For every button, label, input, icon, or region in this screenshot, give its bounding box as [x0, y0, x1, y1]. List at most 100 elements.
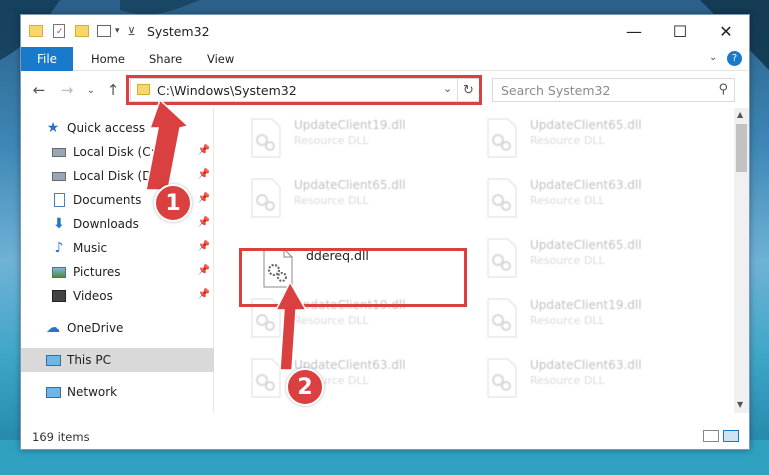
sidebar-item-local-disk-d[interactable]: Local Disk (D:) 📌: [21, 164, 214, 188]
step-badge-1: 1: [154, 184, 192, 222]
sidebar-item-label: Music: [73, 241, 108, 255]
recent-locations-button[interactable]: ⌄: [81, 80, 101, 100]
properties-icon[interactable]: ✓: [53, 24, 65, 38]
cloud-icon: ☁: [46, 320, 60, 336]
dll-file-icon: [486, 358, 518, 398]
sidebar-item-network[interactable]: Network: [21, 380, 214, 404]
tab-home[interactable]: Home: [91, 47, 125, 71]
pin-icon[interactable]: 📌: [198, 169, 210, 180]
file-type: Resource DLL: [294, 314, 369, 327]
chevron-down-icon[interactable]: ⌄: [709, 52, 717, 63]
file-type: Resource DLL: [294, 194, 369, 207]
file-type: Resource DLL: [294, 134, 369, 147]
sidebar-item-videos[interactable]: Videos 📌: [21, 284, 214, 308]
new-folder-icon[interactable]: [75, 25, 89, 37]
sidebar-item-local-disk-c[interactable]: Local Disk (C:) 📌: [21, 140, 214, 164]
dll-file-icon: [250, 178, 282, 218]
large-icons-view-icon[interactable]: [723, 430, 739, 442]
title-bar: ✓ ▾ ⊻ System32 — ☐ ✕: [21, 15, 749, 47]
minimize-button[interactable]: —: [611, 15, 657, 47]
maximize-button[interactable]: ☐: [657, 15, 703, 47]
sidebar-item-this-pc[interactable]: This PC: [21, 348, 214, 372]
file-item[interactable]: UpdateClient63.dll Resource DLL: [242, 352, 462, 410]
file-item[interactable]: UpdateClient65.dll Resource DLL: [478, 232, 698, 290]
documents-icon: [51, 192, 67, 208]
drive-icon: [51, 168, 67, 184]
help-icon[interactable]: ?: [727, 51, 742, 66]
vertical-scrollbar[interactable]: ▲ ▼: [734, 108, 749, 413]
file-item[interactable]: UpdateClient63.dll Resource DLL: [478, 352, 698, 410]
address-highlight: [126, 75, 482, 105]
pin-icon[interactable]: 📌: [198, 217, 210, 228]
sidebar-item-label: This PC: [67, 353, 111, 367]
sidebar-item-label: Documents: [73, 193, 142, 207]
sidebar-item-quick-access[interactable]: ★ Quick access: [21, 116, 214, 140]
sidebar-item-onedrive[interactable]: ☁ OneDrive: [21, 316, 214, 340]
pin-icon[interactable]: 📌: [198, 193, 210, 204]
sidebar-item-label: Quick access: [67, 121, 146, 135]
tab-view[interactable]: View: [207, 47, 234, 71]
back-button[interactable]: ←: [29, 80, 49, 100]
sidebar-item-label: OneDrive: [67, 321, 124, 335]
file-item[interactable]: UpdateClient63.dll Resource DLL: [478, 172, 698, 230]
dll-file-icon: [486, 178, 518, 218]
up-button[interactable]: ↑: [103, 80, 123, 100]
file-name: UpdateClient63.dll: [530, 178, 642, 192]
item-count: 169 items: [32, 430, 90, 444]
quick-access-toolbar: ✓ ▾ ⊻: [29, 21, 136, 41]
dll-file-icon: [250, 118, 282, 158]
dll-file-icon: [486, 298, 518, 338]
search-input[interactable]: Search System32 ⚲: [492, 78, 735, 102]
file-name: UpdateClient63.dll: [530, 358, 642, 372]
folder-icon[interactable]: [29, 25, 43, 37]
sidebar-item-label: Pictures: [73, 265, 121, 279]
file-name: UpdateClient65.dll: [530, 238, 642, 252]
sidebar-item-pictures[interactable]: Pictures 📌: [21, 260, 214, 284]
step-badge-2: 2: [286, 368, 324, 406]
scroll-down-icon[interactable]: ▼: [737, 400, 743, 409]
scroll-up-icon[interactable]: ▲: [737, 110, 743, 119]
pin-icon[interactable]: 📌: [198, 145, 210, 156]
search-placeholder: Search System32: [501, 83, 611, 98]
close-button[interactable]: ✕: [703, 15, 749, 47]
file-type: Resource DLL: [530, 134, 605, 147]
file-type: Resource DLL: [530, 374, 605, 387]
dll-file-icon: [250, 358, 282, 398]
pin-icon[interactable]: 📌: [198, 289, 210, 300]
forward-button[interactable]: →: [57, 80, 77, 100]
file-name: UpdateClient19.dll: [294, 118, 406, 132]
file-type: Resource DLL: [530, 314, 605, 327]
customize-toolbar-icon[interactable]: ⊻: [128, 25, 136, 38]
dll-file-icon: [486, 238, 518, 278]
downloads-icon: ⬇: [53, 216, 65, 232]
file-name: UpdateClient65.dll: [530, 118, 642, 132]
search-icon[interactable]: ⚲: [718, 82, 728, 97]
network-icon: [45, 384, 61, 400]
star-icon: ★: [46, 120, 60, 136]
file-item[interactable]: UpdateClient65.dll Resource DLL: [242, 172, 462, 230]
file-item[interactable]: UpdateClient65.dll Resource DLL: [478, 112, 698, 170]
dll-file-icon: [486, 118, 518, 158]
details-view-icon[interactable]: [703, 430, 719, 442]
file-name: UpdateClient19.dll: [530, 298, 642, 312]
file-item[interactable]: UpdateClient19.dll Resource DLL: [242, 112, 462, 170]
file-type: Resource DLL: [530, 254, 605, 267]
tab-share[interactable]: Share: [149, 47, 182, 71]
window-title: System32: [147, 24, 210, 39]
tab-file[interactable]: File: [21, 47, 73, 71]
music-icon: ♪: [54, 240, 64, 256]
pin-icon[interactable]: 📌: [198, 241, 210, 252]
sidebar-item-music[interactable]: ♪ Music 📌: [21, 236, 214, 260]
sidebar-item-label: Videos: [73, 289, 113, 303]
scroll-thumb[interactable]: [736, 124, 747, 172]
dropdown-icon[interactable]: ▾: [115, 26, 120, 36]
navigation-bar: ← → ⌄ ↑ C:\Windows\System32 ⌄ ↻ Search S…: [21, 72, 749, 108]
file-name: UpdateClient65.dll: [294, 178, 406, 192]
drive-icon: [51, 144, 67, 160]
pin-icon[interactable]: 📌: [198, 265, 210, 276]
file-item[interactable]: UpdateClient19.dll Resource DLL: [478, 292, 698, 350]
file-list: UpdateClient19.dll Resource DLL UpdateCl…: [214, 108, 734, 413]
sidebar-item-label: Downloads: [73, 217, 139, 231]
view-options-icon[interactable]: [97, 25, 111, 37]
sidebar-item-label: Network: [67, 385, 118, 399]
